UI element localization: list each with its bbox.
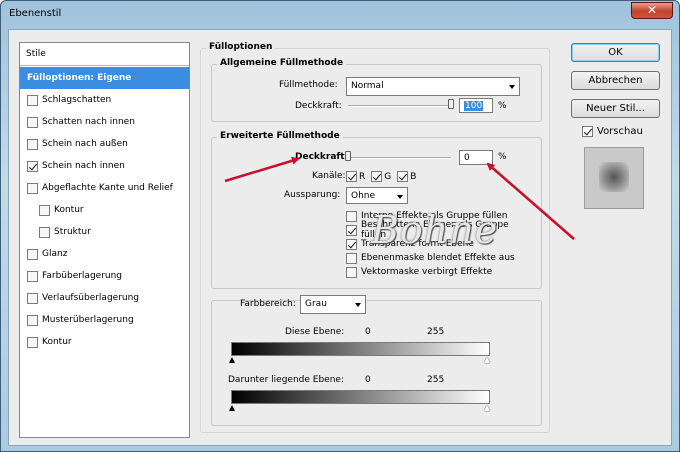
close-button[interactable]: ✕ bbox=[631, 2, 673, 19]
title-bar[interactable]: Ebenenstil ✕ bbox=[1, 1, 679, 27]
window-title: Ebenenstil bbox=[9, 8, 62, 19]
dialog-window: Ebenenstil ✕ Stile Fülloptionen: Eigene S… bbox=[0, 0, 680, 452]
dialog-body: Stile Fülloptionen: Eigene Schlagschatten… bbox=[8, 29, 672, 446]
annotation-arrows bbox=[224, 156, 575, 240]
arrow-to-opacity-label bbox=[224, 156, 300, 183]
arrow-to-opacity-field bbox=[486, 162, 575, 240]
